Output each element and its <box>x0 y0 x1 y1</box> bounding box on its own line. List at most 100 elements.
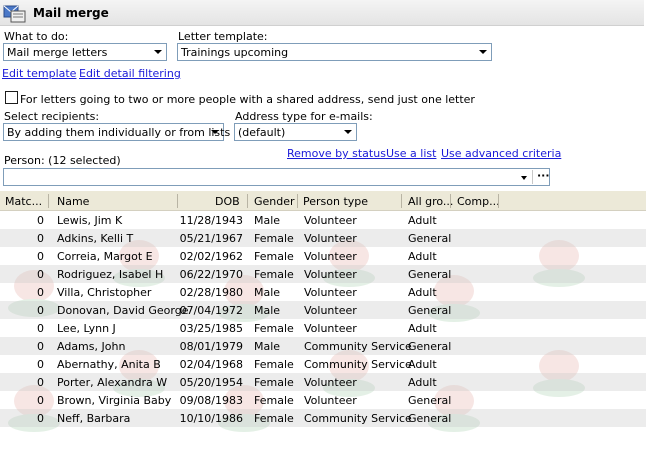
all-groups-cell: General <box>408 340 452 353</box>
match-cell: 0 <box>37 358 44 371</box>
name-cell: Adkins, Kelli T <box>57 232 134 245</box>
table-row[interactable]: 0 Donovan, David George 07/04/1972 Male … <box>0 301 646 319</box>
gender-cell: Female <box>254 250 294 263</box>
gender-cell: Female <box>254 394 294 407</box>
gender-cell: Male <box>254 214 281 227</box>
person-label: Person: (12 selected) <box>4 154 121 167</box>
chevron-down-icon <box>479 50 487 54</box>
table-row[interactable]: 0 Adkins, Kelli T 05/21/1967 Female Volu… <box>0 229 646 247</box>
all-groups-cell: General <box>408 394 452 407</box>
column-header-comp[interactable]: Comp... <box>457 195 500 208</box>
table-row[interactable]: 0 Adams, John 08/01/1979 Male Community … <box>0 337 646 355</box>
address-type-value: (default) <box>238 126 286 139</box>
all-groups-cell: Adult <box>408 358 437 371</box>
column-divider[interactable] <box>498 194 499 208</box>
gender-cell: Female <box>254 322 294 335</box>
name-cell: Villa, Christopher <box>57 286 152 299</box>
dob-cell: 08/01/1979 <box>179 340 243 353</box>
table-row[interactable]: 0 Neff, Barbara 10/10/1986 Female Commun… <box>0 409 646 427</box>
address-type-dropdown[interactable]: (default) <box>234 123 357 141</box>
name-cell: Neff, Barbara <box>57 412 131 425</box>
all-groups-cell: General <box>408 268 452 281</box>
grid-header: Matc... Name DOB Gender Person type All … <box>0 191 646 211</box>
all-groups-cell: Adult <box>408 376 437 389</box>
name-cell: Correia, Margot E <box>57 250 153 263</box>
gender-cell: Female <box>254 268 294 281</box>
chevron-down-icon <box>344 130 352 134</box>
all-groups-cell: General <box>408 232 452 245</box>
window-title: Mail merge <box>33 6 109 20</box>
chevron-down-icon[interactable] <box>521 176 527 180</box>
table-row[interactable]: 0 Rodriguez, Isabel H 06/22/1970 Female … <box>0 265 646 283</box>
column-divider[interactable] <box>48 194 49 208</box>
match-cell: 0 <box>37 232 44 245</box>
table-row[interactable]: 0 Lewis, Jim K 11/28/1943 Male Volunteer… <box>0 211 646 229</box>
table-row[interactable]: 0 Villa, Christopher 02/28/1980 Male Vol… <box>0 283 646 301</box>
column-header-name[interactable]: Name <box>57 195 89 208</box>
person-type-cell: Volunteer <box>304 250 357 263</box>
person-type-cell: Volunteer <box>304 304 357 317</box>
person-type-cell: Community Service <box>304 358 412 371</box>
dob-cell: 02/28/1980 <box>179 286 243 299</box>
dob-cell: 06/22/1970 <box>179 268 243 281</box>
column-header-match[interactable]: Matc... <box>5 195 42 208</box>
letter-template-label: Letter template: <box>178 30 268 43</box>
what-to-do-value: Mail merge letters <box>7 46 108 59</box>
person-type-cell: Volunteer <box>304 286 357 299</box>
column-divider[interactable] <box>247 194 248 208</box>
table-row[interactable]: 0 Lee, Lynn J 03/25/1985 Female Voluntee… <box>0 319 646 337</box>
person-selector[interactable]: ··· <box>3 168 550 186</box>
more-button[interactable]: ··· <box>537 169 550 182</box>
chevron-down-icon <box>211 130 219 134</box>
shared-address-checkbox[interactable] <box>5 91 18 104</box>
gender-cell: Male <box>254 286 281 299</box>
letter-template-value: Trainings upcoming <box>181 46 289 59</box>
column-divider[interactable] <box>401 194 402 208</box>
column-divider[interactable] <box>450 194 451 208</box>
dob-cell: 03/25/1985 <box>179 322 243 335</box>
column-divider[interactable] <box>177 194 178 208</box>
name-cell: Donovan, David George <box>57 304 189 317</box>
column-header-gender[interactable]: Gender <box>254 195 295 208</box>
use-a-list-link[interactable]: Use a list <box>386 147 436 160</box>
select-recipients-label: Select recipients: <box>4 110 100 123</box>
gender-cell: Male <box>254 304 281 317</box>
column-header-all-groups[interactable]: All gro... <box>408 195 453 208</box>
select-recipients-value: By adding them individually or from list… <box>7 126 231 139</box>
column-divider[interactable] <box>297 194 298 208</box>
dob-cell: 02/02/1962 <box>179 250 243 263</box>
column-header-dob[interactable]: DOB <box>215 195 240 208</box>
what-to-do-label: What to do: <box>4 30 69 43</box>
gender-cell: Female <box>254 412 294 425</box>
match-cell: 0 <box>37 394 44 407</box>
table-row[interactable]: 0 Porter, Alexandra W 05/20/1954 Female … <box>0 373 646 391</box>
grid-body: 0 Lewis, Jim K 11/28/1943 Male Volunteer… <box>0 211 646 451</box>
column-header-person-type[interactable]: Person type <box>303 195 368 208</box>
table-row[interactable]: 0 Correia, Margot E 02/02/1962 Female Vo… <box>0 247 646 265</box>
match-cell: 0 <box>37 286 44 299</box>
use-advanced-criteria-link[interactable]: Use advanced criteria <box>441 147 561 160</box>
person-type-cell: Volunteer <box>304 376 357 389</box>
letter-template-dropdown[interactable]: Trainings upcoming <box>177 43 492 61</box>
what-to-do-dropdown[interactable]: Mail merge letters <box>3 43 167 61</box>
name-cell: Brown, Virginia Baby <box>57 394 172 407</box>
match-cell: 0 <box>37 268 44 281</box>
edit-detail-filtering-link[interactable]: Edit detail filtering <box>79 67 181 80</box>
person-type-cell: Volunteer <box>304 214 357 227</box>
dob-cell: 07/04/1972 <box>179 304 243 317</box>
match-cell: 0 <box>37 340 44 353</box>
name-cell: Rodriguez, Isabel H <box>57 268 164 281</box>
match-cell: 0 <box>37 412 44 425</box>
table-row[interactable]: 0 Abernathy, Anita B 02/04/1968 Female C… <box>0 355 646 373</box>
all-groups-cell: Adult <box>408 286 437 299</box>
dob-cell: 05/21/1967 <box>179 232 243 245</box>
dob-cell: 02/04/1968 <box>179 358 243 371</box>
name-cell: Porter, Alexandra W <box>57 376 168 389</box>
person-type-cell: Volunteer <box>304 232 357 245</box>
gender-cell: Male <box>254 340 281 353</box>
all-groups-cell: Adult <box>408 322 437 335</box>
edit-template-link[interactable]: Edit template <box>2 67 76 80</box>
remove-by-status-link[interactable]: Remove by status <box>287 147 386 160</box>
table-row[interactable]: 0 Brown, Virginia Baby 09/08/1983 Female… <box>0 391 646 409</box>
select-recipients-dropdown[interactable]: By adding them individually or from list… <box>3 123 230 141</box>
